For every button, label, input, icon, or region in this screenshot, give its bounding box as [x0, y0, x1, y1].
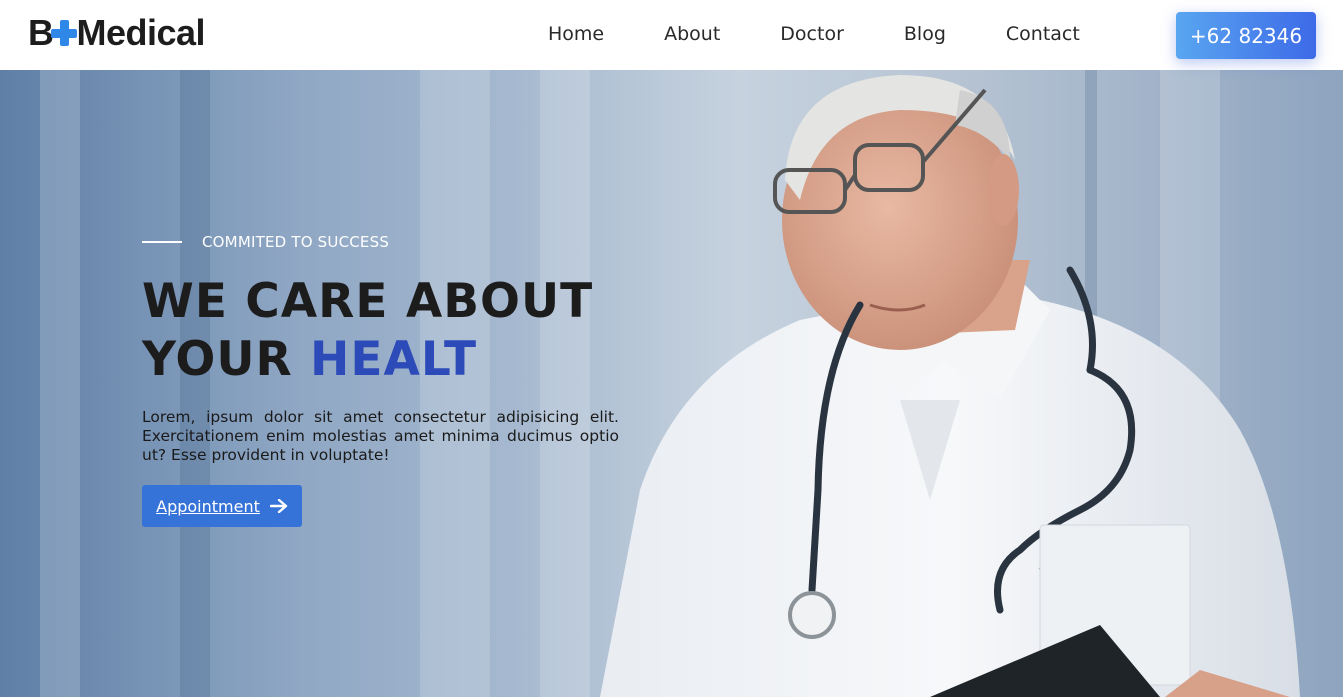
phone-button[interactable]: +62 82346 [1176, 12, 1316, 59]
tagline-divider [142, 241, 182, 243]
arrow-right-icon [269, 499, 288, 513]
headline-line-2: YOUR [142, 332, 311, 387]
nav-item-about[interactable]: About [664, 22, 720, 46]
headline-accent: HEALT [310, 332, 478, 387]
nav-item-contact[interactable]: Contact [1006, 22, 1080, 46]
nav-item-home[interactable]: Home [548, 22, 604, 46]
appointment-button[interactable]: Appointment [142, 485, 302, 527]
appointment-button-label: Appointment [156, 496, 260, 516]
hero-tagline: COMMITED TO SUCCESS [142, 233, 389, 251]
main-nav: Home About Doctor Blog Contact [548, 22, 1080, 46]
nav-item-blog[interactable]: Blog [904, 22, 946, 46]
headline-line-1: WE CARE ABOUT [142, 274, 594, 329]
tagline-text: COMMITED TO SUCCESS [202, 233, 390, 251]
logo-text: Medical [76, 12, 206, 53]
hero-description: Lorem, ipsum dolor sit amet consectetur … [142, 408, 619, 464]
nav-item-doctor[interactable]: Doctor [780, 22, 844, 46]
site-header: B Medical Home About Doctor Blog Contact… [0, 0, 1343, 70]
plus-cross-icon [50, 19, 78, 47]
hero-headline: WE CARE ABOUT YOUR HEALT [142, 273, 593, 389]
hero-section: COMMITED TO SUCCESS WE CARE ABOUT YOUR H… [0, 70, 1343, 697]
brand-logo[interactable]: B Medical [28, 12, 206, 53]
